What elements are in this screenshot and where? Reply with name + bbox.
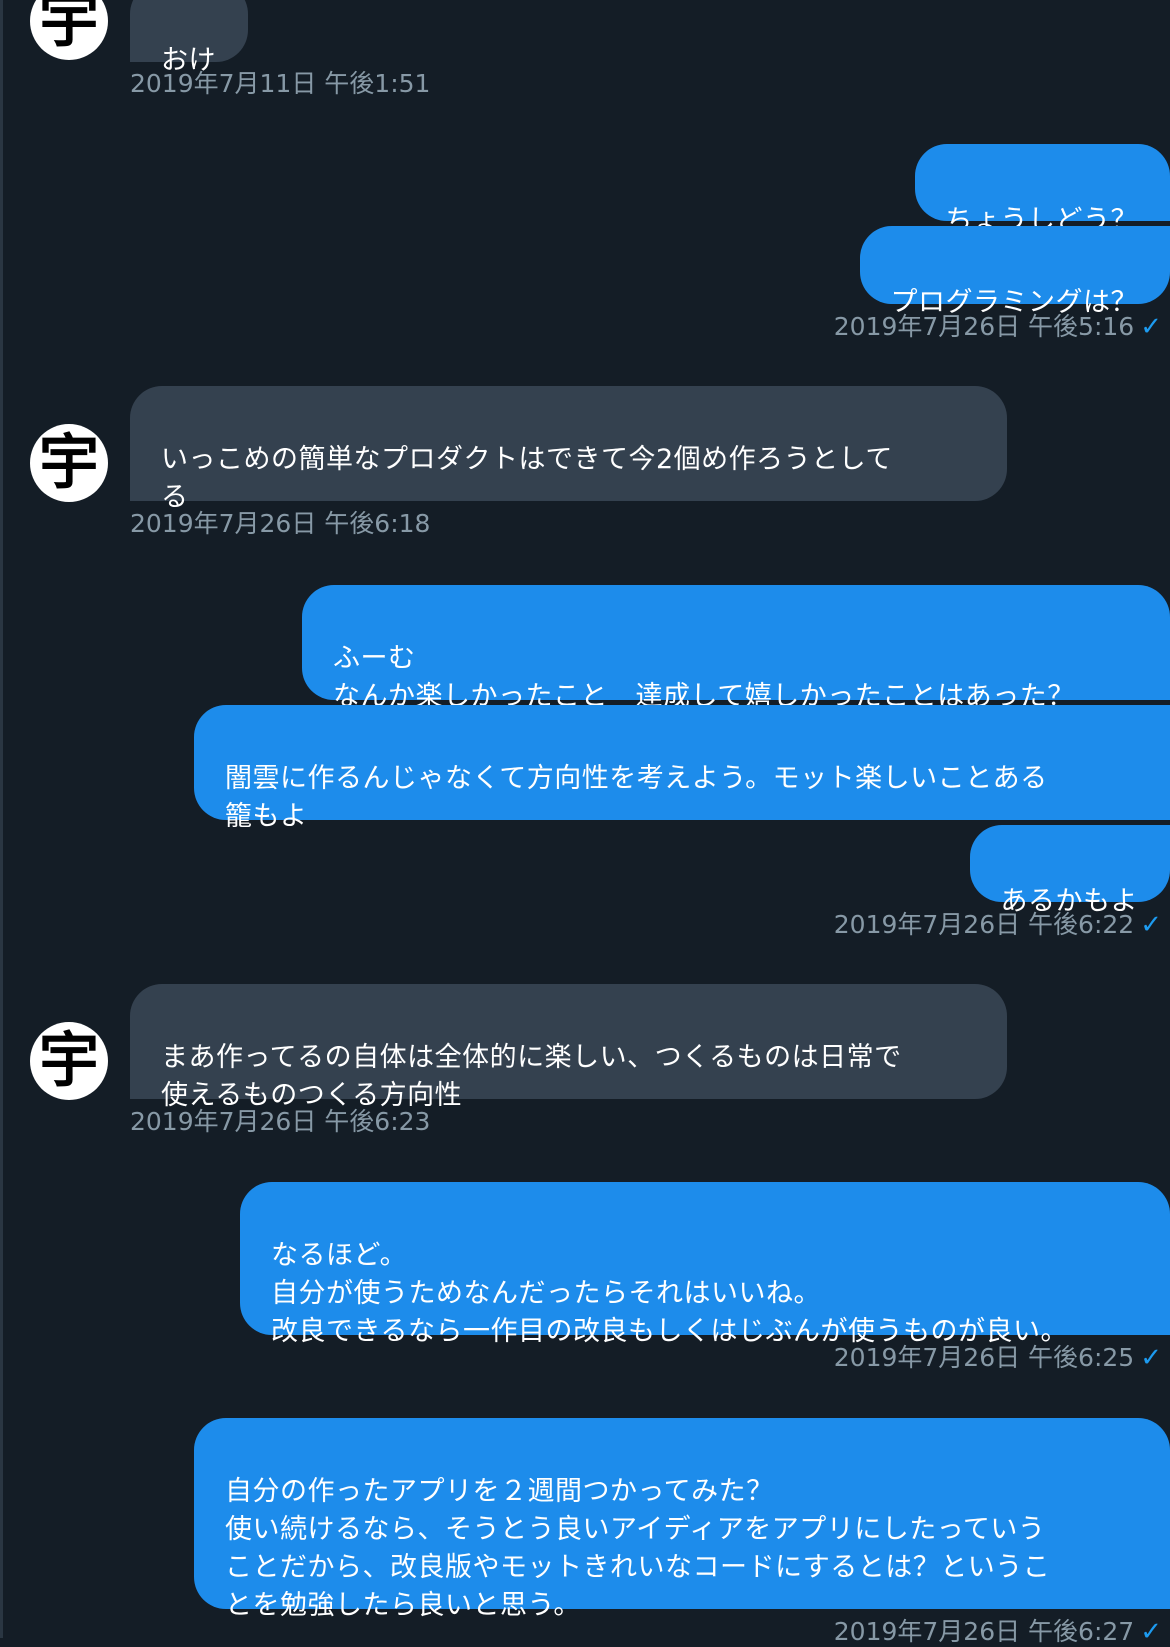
avatar-glyph: 宇	[39, 433, 99, 493]
read-check-icon: ✓	[1140, 1617, 1162, 1647]
message-text: 自分の作ったアプリを２週間つかってみた？ 使い続けるなら、そうとう良いアイディア…	[225, 1476, 1050, 1621]
read-check-icon: ✓	[1140, 312, 1162, 342]
left-divider	[0, 0, 3, 1638]
message-timestamp: 2019年7月26日 午後6:22	[834, 910, 1134, 940]
message-bubble-outgoing[interactable]: ちょうしどう？	[915, 144, 1170, 221]
avatar-glyph: 宇	[39, 1031, 99, 1091]
message-timestamp: 2019年7月26日 午後5:16	[834, 312, 1134, 342]
message-text: なるほど。 自分が使うためなんだったらそれはいいね。 改良できるなら一作目の改良…	[271, 1240, 1068, 1347]
message-bubble-incoming[interactable]: まあ作ってるの自体は全体的に楽しい、つくるものは日常で 使えるものつくる方向性	[130, 984, 1007, 1099]
message-text: 闇雲に作るんじゃなくて方向性を考えよう。モット楽しいことある 籠もよ	[225, 763, 1048, 832]
message-bubble-outgoing[interactable]: なるほど。 自分が使うためなんだったらそれはいいね。 改良できるなら一作目の改良…	[240, 1182, 1170, 1335]
message-timestamp: 2019年7月26日 午後6:23	[130, 1107, 430, 1137]
read-check-icon: ✓	[1140, 1343, 1162, 1373]
message-text: まあ作ってるの自体は全体的に楽しい、つくるものは日常で 使えるものつくる方向性	[161, 1042, 902, 1111]
message-text: いっこめの簡単なプロダクトはできて今2個め作ろうとして る	[161, 444, 893, 513]
partner-avatar[interactable]: 宇	[30, 424, 108, 502]
message-bubble-incoming[interactable]: おけ	[130, 0, 248, 62]
message-timestamp: 2019年7月26日 午後6:27	[834, 1617, 1134, 1647]
message-bubble-outgoing[interactable]: プログラミングは？	[860, 226, 1170, 304]
read-check-icon: ✓	[1140, 910, 1162, 940]
avatar-glyph: 宇	[39, 0, 99, 51]
message-bubble-outgoing[interactable]: あるかもよ	[970, 825, 1170, 902]
message-timestamp: 2019年7月26日 午後6:25	[834, 1343, 1134, 1373]
message-timestamp: 2019年7月11日 午後1:51	[130, 69, 430, 99]
message-timestamp: 2019年7月26日 午後6:18	[130, 509, 430, 539]
message-bubble-outgoing[interactable]: ふーむ なんか楽しかったこと 達成して嬉しかったことはあった？	[302, 585, 1170, 700]
message-timestamp-row: 2019年7月26日 午後6:22 ✓	[834, 910, 1162, 940]
message-bubble-incoming[interactable]: いっこめの簡単なプロダクトはできて今2個め作ろうとして る	[130, 386, 1007, 501]
message-text: ふーむ なんか楽しかったこと 達成して嬉しかったことはあった？	[333, 643, 1075, 712]
message-timestamp-row: 2019年7月26日 午後5:16 ✓	[834, 312, 1162, 342]
message-timestamp-row: 2019年7月26日 午後6:27 ✓	[834, 1617, 1162, 1647]
partner-avatar[interactable]: 宇	[30, 1022, 108, 1100]
message-bubble-outgoing[interactable]: 闇雲に作るんじゃなくて方向性を考えよう。モット楽しいことある 籠もよ	[194, 705, 1170, 820]
message-bubble-outgoing[interactable]: 自分の作ったアプリを２週間つかってみた？ 使い続けるなら、そうとう良いアイディア…	[194, 1418, 1170, 1609]
partner-avatar[interactable]: 宇	[30, 0, 108, 60]
message-timestamp-row: 2019年7月26日 午後6:25 ✓	[834, 1343, 1162, 1373]
